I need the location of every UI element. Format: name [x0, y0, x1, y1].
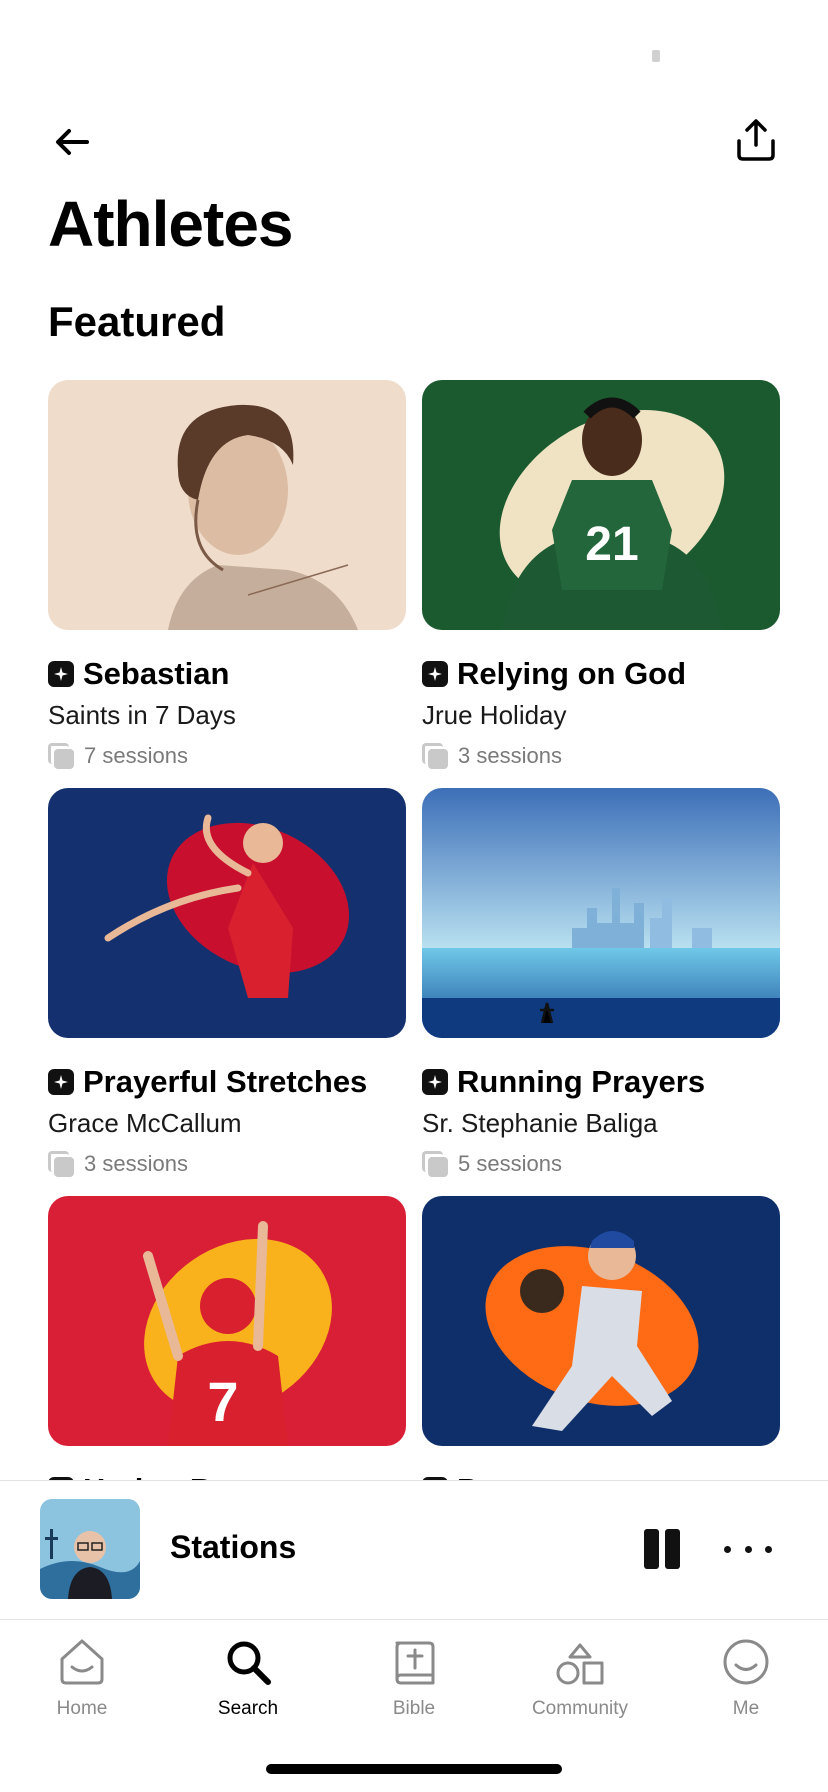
pause-icon [644, 1529, 659, 1569]
dot-icon [744, 1545, 752, 1553]
page-title: Athletes [48, 188, 293, 260]
community-icon [554, 1636, 606, 1688]
plus-badge-icon [48, 661, 74, 687]
card-sessions: 7 sessions [84, 743, 188, 768]
jersey-number: 7 [207, 1370, 238, 1433]
card-thumbnail: 7 [48, 1196, 406, 1446]
back-button[interactable] [48, 118, 96, 166]
tab-me[interactable]: Me [676, 1636, 816, 1736]
arrow-left-icon [56, 129, 89, 155]
player-artwork [40, 1499, 140, 1599]
share-button[interactable] [730, 114, 782, 166]
share-icon [737, 119, 775, 161]
card-thumbnail [422, 1196, 780, 1446]
card-sessions: 3 sessions [458, 743, 562, 768]
card-thumbnail [422, 788, 780, 1038]
jersey-number: 21 [585, 518, 638, 571]
card-subtitle: Grace McCallum [48, 1108, 242, 1138]
content-card-sebastian[interactable]: Sebastian Saints in 7 Days 7 sessions [48, 380, 406, 772]
content-card-prayerful-stretches[interactable]: Prayerful Stretches Grace McCallum 3 ses… [48, 788, 406, 1180]
sessions-icon [422, 743, 448, 769]
card-title: Prayerful Stretches [83, 1064, 368, 1099]
profile-smile-icon [720, 1636, 772, 1688]
home-indicator [266, 1764, 562, 1774]
card-sessions: 3 sessions [84, 1151, 188, 1176]
pause-button[interactable] [640, 1527, 684, 1571]
sessions-icon [48, 1151, 74, 1177]
content-card-football[interactable]: 7 Harker B... [48, 1196, 406, 1480]
card-title: Running Prayers [457, 1064, 706, 1099]
mini-player[interactable]: Stations [0, 1480, 828, 1620]
status-indicator [652, 50, 660, 62]
card-thumbnail [48, 380, 406, 630]
plus-badge-icon [422, 1069, 448, 1095]
card-subtitle: Saints in 7 Days [48, 700, 236, 730]
tab-label: Home [56, 1698, 108, 1719]
dot-icon [765, 1545, 772, 1553]
tab-label: Search [217, 1698, 279, 1719]
tab-bible[interactable]: Bible [344, 1636, 484, 1736]
search-icon [222, 1636, 274, 1688]
card-title: Sebastian [83, 656, 230, 691]
sessions-icon [48, 743, 74, 769]
card-subtitle: Sr. Stephanie Baliga [422, 1108, 658, 1138]
card-thumbnail [48, 788, 406, 1038]
bible-icon [388, 1636, 440, 1688]
section-title: Featured [48, 298, 226, 345]
tab-home[interactable]: Home [12, 1636, 152, 1736]
card-title: Relying on God [457, 656, 687, 691]
tab-label: Community [531, 1698, 629, 1719]
card-title: P... [457, 1472, 500, 1480]
tab-community[interactable]: Community [510, 1636, 650, 1736]
home-smile-icon [56, 1636, 108, 1688]
content-card-relying-on-god[interactable]: 21 Relying on God Jrue Holiday 3 session… [422, 380, 780, 772]
card-subtitle: Jrue Holiday [422, 700, 567, 730]
sessions-icon [422, 1151, 448, 1177]
card-sessions: 5 sessions [458, 1151, 562, 1176]
pause-icon [665, 1529, 680, 1569]
plus-badge-icon [48, 1069, 74, 1095]
tab-label: Me [732, 1698, 760, 1719]
player-title: Stations [170, 1529, 297, 1565]
dot-icon [724, 1545, 731, 1553]
more-options-button[interactable] [724, 1529, 772, 1569]
tab-search[interactable]: Search [178, 1636, 318, 1736]
content-card-baseball[interactable]: P... [422, 1196, 780, 1480]
card-thumbnail: 21 [422, 380, 780, 630]
content-card-running-prayers[interactable]: Running Prayers Sr. Stephanie Baliga 5 s… [422, 788, 780, 1180]
plus-badge-icon [422, 661, 448, 687]
card-title: Harker B... [83, 1472, 238, 1480]
tab-label: Bible [392, 1698, 436, 1719]
featured-grid: Sebastian Saints in 7 Days 7 sessions 21 [48, 380, 780, 1480]
